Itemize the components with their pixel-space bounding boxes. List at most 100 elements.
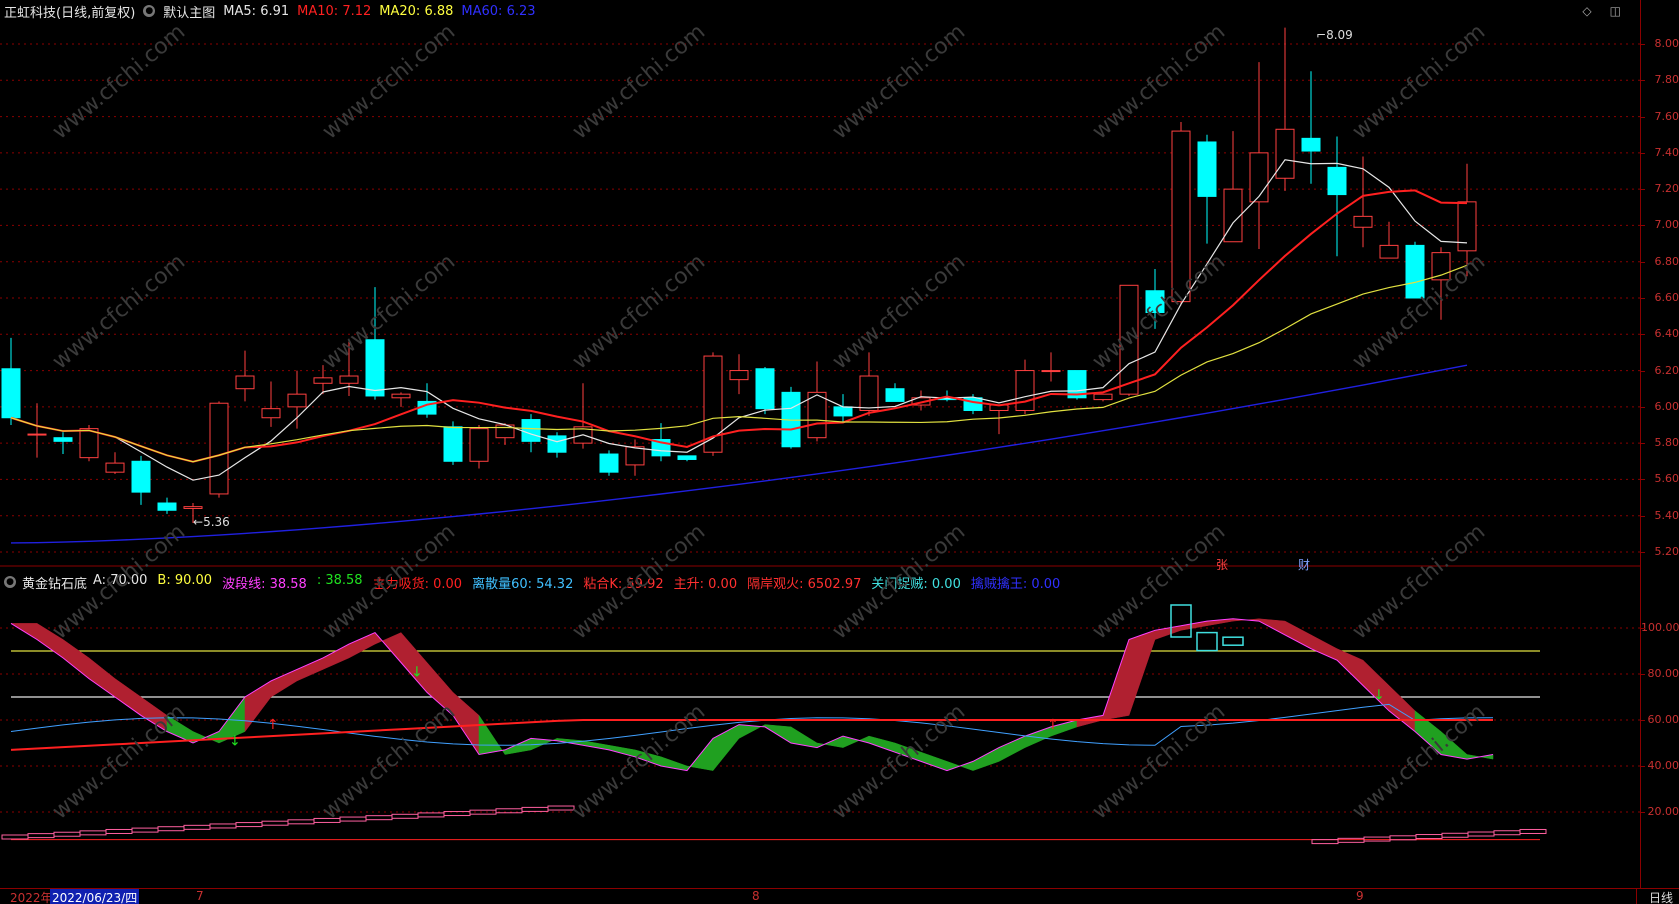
- indicator-axis-tick: 20.00: [1641, 805, 1679, 818]
- signal-box: [1196, 631, 1218, 652]
- accumulation-step: [261, 820, 289, 826]
- candle-up: [313, 377, 333, 384]
- price-axis-tick: 7.00: [1641, 218, 1679, 231]
- ma10-line: [10, 189, 1468, 463]
- band-segment: [296, 657, 324, 682]
- watermark-text: www.cfchi.com: [1348, 19, 1490, 144]
- band-segment: [478, 714, 506, 756]
- candle-up: [339, 375, 359, 384]
- candle-up: [1353, 215, 1373, 228]
- candle-down: [547, 435, 567, 453]
- candle-down: [677, 455, 697, 460]
- accumulation-step: [1363, 836, 1391, 842]
- green-arrow-icon: ↓: [229, 734, 241, 750]
- band-segment: [348, 632, 376, 659]
- candle-up: [1275, 128, 1295, 179]
- price-axis-tick: 5.80: [1641, 436, 1679, 449]
- band-segment: [62, 639, 90, 680]
- accumulation-step: [131, 827, 159, 833]
- band-segment: [1336, 648, 1364, 687]
- watermark-text: www.cfchi.com: [318, 19, 460, 144]
- accumulation-step: [1415, 834, 1443, 840]
- accumulation-step: [1441, 832, 1469, 838]
- year-label: 2022年: [10, 891, 53, 904]
- candle-down: [1197, 141, 1217, 197]
- time-axis[interactable]: 2022年 2022/06/23/四 7 8 9 日线: [0, 888, 1679, 904]
- green-arrow-icon: ↓: [411, 665, 423, 681]
- watermark-text: www.cfchi.com: [1088, 519, 1230, 644]
- candle-up: [183, 506, 203, 509]
- accumulation-step: [53, 831, 81, 837]
- cai-badge[interactable]: 财: [1298, 556, 1310, 573]
- watermark-text: www.cfchi.com: [568, 249, 710, 374]
- watermark-text: www.cfchi.com: [1348, 519, 1490, 644]
- candle-up: [391, 393, 411, 399]
- stock-chart-canvas[interactable]: ↓ ↓ ↓ ↑ ↑ www.cfchi.com www.cfchi.com www.cfchi…: [0, 0, 1640, 888]
- band-segment: [582, 740, 610, 751]
- low-price-label: ←5.36: [193, 515, 230, 529]
- candle-up: [1093, 393, 1113, 401]
- watermark-text: www.cfchi.com: [828, 519, 970, 644]
- watermark-text: www.cfchi.com: [1088, 19, 1230, 144]
- price-axis-tick: 7.40: [1641, 146, 1679, 159]
- watermark-text: www.cfchi.com: [48, 249, 190, 374]
- watermark-text: www.cfchi.com: [828, 19, 970, 144]
- price-axis-tick: 5.60: [1641, 472, 1679, 485]
- indicator-axis-tick: 60.00: [1641, 713, 1679, 726]
- candle-up: [859, 375, 879, 411]
- zhang-badge[interactable]: 张: [1216, 556, 1228, 573]
- candle-up: [209, 402, 229, 495]
- price-axis-tick: 5.40: [1641, 509, 1679, 522]
- candle-down: [1301, 137, 1321, 152]
- band-segment: [1310, 634, 1338, 661]
- accumulation-step: [287, 819, 315, 825]
- candle-down: [1, 368, 21, 419]
- band-segment: [400, 631, 428, 694]
- candle-down: [885, 388, 905, 402]
- watermark-text: www.cfchi.com: [48, 19, 190, 144]
- candle-up: [1015, 370, 1035, 411]
- accumulation-step: [1467, 831, 1495, 837]
- candle-down: [521, 419, 541, 442]
- candle-down: [443, 426, 463, 462]
- accumulation-step: [183, 824, 211, 830]
- candle-up: [27, 433, 47, 436]
- candle-up: [105, 462, 125, 473]
- high-price-label: ⌐8.09: [1316, 28, 1353, 42]
- cursor-date: 2022/06/23/四: [50, 889, 140, 904]
- accumulation-step: [1311, 839, 1339, 845]
- accumulation-step: [1519, 828, 1547, 834]
- candle-up: [625, 446, 645, 466]
- watermark-text: www.cfchi.com: [828, 249, 970, 374]
- price-axis-tick: 6.60: [1641, 291, 1679, 304]
- accumulation-step: [339, 816, 367, 822]
- price-axis-tick: 6.20: [1641, 364, 1679, 377]
- accumulation-step: [157, 826, 185, 832]
- price-axis-tick: 7.60: [1641, 110, 1679, 123]
- accumulation-step: [417, 812, 445, 818]
- period-selector[interactable]: 日线: [1635, 889, 1673, 904]
- candle-down: [131, 460, 151, 493]
- accumulation-step: [521, 806, 549, 812]
- price-axis-tick: 6.80: [1641, 255, 1679, 268]
- band-segment: [1180, 620, 1208, 631]
- indicator-axis-tick: 80.00: [1641, 667, 1679, 680]
- price-axis[interactable]: 8.00 7.80 7.60 7.40 7.20 7.00 6.80 6.60 6.40 6.20…: [1640, 0, 1679, 888]
- price-axis-tick: 6.00: [1641, 400, 1679, 413]
- accumulation-step: [105, 828, 133, 834]
- accumulation-step: [1, 834, 29, 840]
- month-label-aug: 8: [752, 889, 760, 903]
- band-segment: [88, 657, 116, 698]
- band-segment: [1128, 629, 1156, 716]
- candle-up: [729, 370, 749, 381]
- watermark-text: www.cfchi.com: [568, 519, 710, 644]
- watermark-text: www.cfchi.com: [568, 19, 710, 144]
- candle-up: [235, 375, 255, 390]
- candle-down: [1327, 166, 1347, 196]
- watermark-text: www.cfchi.com: [318, 249, 460, 374]
- red-arrow-icon: ↑: [267, 717, 279, 733]
- watermark-text: www.cfchi.com: [48, 699, 190, 824]
- ma5-line: [10, 159, 1468, 481]
- candle-down: [157, 502, 177, 511]
- band-segment: [1284, 620, 1312, 650]
